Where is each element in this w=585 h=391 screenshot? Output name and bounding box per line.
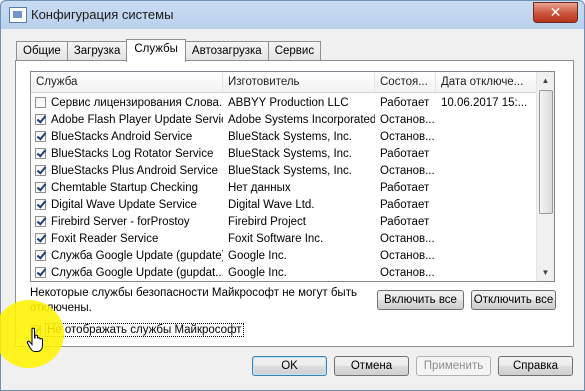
security-services-notice: Некоторые службы безопасности Майкрософт… xyxy=(30,287,357,314)
service-enabled-checkbox[interactable] xyxy=(35,250,46,261)
service-name: Foxit Reader Service xyxy=(51,232,159,245)
service-manufacturer: Foxit Software Inc. xyxy=(228,232,324,245)
ok-button[interactable]: OK xyxy=(252,356,327,376)
vertical-scrollbar[interactable]: ▲ ▼ xyxy=(536,72,554,281)
help-button[interactable]: Справка xyxy=(498,356,573,376)
services-list[interactable]: Служба Изготовитель Состоя... Дата отклю… xyxy=(30,71,555,282)
service-row[interactable]: Firebird Server - forProstoy Firebird Pro… xyxy=(31,213,536,230)
service-name: Digital Wave Update Service xyxy=(51,198,197,211)
service-enabled-checkbox[interactable] xyxy=(35,216,46,227)
column-header-service[interactable]: Служба xyxy=(31,72,223,92)
service-enabled-checkbox[interactable] xyxy=(35,199,46,210)
title-bar[interactable]: Конфигурация системы ✕ xyxy=(1,1,584,29)
service-status: Работает xyxy=(380,181,430,194)
enable-all-button[interactable]: Включить все xyxy=(377,290,464,310)
service-enabled-checkbox[interactable] xyxy=(35,148,46,159)
service-name: BlueStacks Android Service xyxy=(51,130,193,143)
service-enabled-checkbox[interactable] xyxy=(35,182,46,193)
service-manufacturer: BlueStack Systems, Inc. xyxy=(228,147,352,160)
service-row[interactable]: BlueStacks Plus Android Service BlueStack… xyxy=(31,162,536,179)
service-row[interactable]: Служба Google Update (gupdat... Google In… xyxy=(31,264,536,281)
service-manufacturer: ABBYY Production LLC xyxy=(228,96,349,109)
service-name-cell: Firebird Server - forProstoy xyxy=(31,216,223,228)
service-name: BlueStacks Plus Android Service xyxy=(51,164,218,177)
column-header-status[interactable]: Состоя... xyxy=(375,72,436,92)
tab-services[interactable]: Службы xyxy=(126,39,186,62)
service-status: Останов... xyxy=(380,232,435,245)
service-row[interactable]: BlueStacks Android Service BlueStack Syst… xyxy=(31,128,536,145)
msconfig-icon xyxy=(9,7,27,23)
tab-tools[interactable]: Сервис xyxy=(267,41,322,61)
service-enabled-checkbox[interactable] xyxy=(35,233,46,244)
service-row[interactable]: Foxit Reader Service Foxit Software Inc. О… xyxy=(31,230,536,247)
close-button[interactable]: ✕ xyxy=(533,2,578,23)
service-manufacturer: BlueStack Systems, Inc. xyxy=(228,164,352,177)
service-manufacturer: Нет данных xyxy=(228,181,291,194)
service-status: Останов... xyxy=(380,164,435,177)
hide-microsoft-services-label[interactable]: Не отображать службы Майкрософт xyxy=(45,323,244,337)
service-name: Служба Google Update (gupdate) xyxy=(51,249,223,262)
service-name-cell: Adobe Flash Player Update Service xyxy=(31,114,223,126)
apply-button[interactable]: Применить xyxy=(416,356,491,376)
service-name-cell: Сервис лицензирования Слова... xyxy=(31,97,223,109)
service-enabled-checkbox[interactable] xyxy=(35,165,46,176)
service-enabled-checkbox[interactable] xyxy=(35,114,46,125)
service-name-cell: Chemtable Startup Checking xyxy=(31,182,223,194)
service-row[interactable]: Digital Wave Update Service Digital Wave … xyxy=(31,196,536,213)
tab-startup[interactable]: Автозагрузка xyxy=(184,41,269,61)
window-title: Конфигурация системы xyxy=(31,7,174,22)
column-header-manufacturer[interactable]: Изготовитель xyxy=(223,72,375,92)
services-panel: Служба Изготовитель Состоя... Дата отклю… xyxy=(15,60,574,347)
service-name-cell: BlueStacks Log Rotator Service xyxy=(31,148,223,160)
tab-strip: Общие Загрузка Службы Автозагрузка Серви… xyxy=(16,39,322,62)
scroll-up-arrow-icon[interactable]: ▲ xyxy=(537,72,554,89)
service-name: Служба Google Update (gupdat... xyxy=(51,266,223,279)
service-status: Останов... xyxy=(380,130,435,143)
tab-general[interactable]: Общие xyxy=(16,41,68,61)
service-row[interactable]: Chemtable Startup Checking Нет данных Рабо… xyxy=(31,179,536,196)
service-status: Работает xyxy=(380,147,430,160)
service-row[interactable]: BlueStacks Log Rotator Service BlueStack … xyxy=(31,145,536,162)
service-status: Останов... xyxy=(380,113,435,126)
tab-boot[interactable]: Загрузка xyxy=(66,41,128,61)
service-enabled-checkbox[interactable] xyxy=(35,97,46,108)
service-status: Останов... xyxy=(380,249,435,262)
service-name: Chemtable Startup Checking xyxy=(51,181,199,194)
service-name: BlueStacks Log Rotator Service xyxy=(51,147,214,160)
service-status: Работает xyxy=(380,96,430,109)
hand-cursor-icon xyxy=(26,327,43,352)
scroll-down-arrow-icon[interactable]: ▼ xyxy=(537,264,554,281)
scrollbar-thumb[interactable] xyxy=(539,90,553,214)
service-manufacturer: Google Inc. xyxy=(228,249,287,262)
service-date-disabled: 10.06.2017 15:... xyxy=(441,96,528,109)
service-name-cell: Digital Wave Update Service xyxy=(31,199,223,211)
services-rows: Сервис лицензирования Слова... ABBYY Prod… xyxy=(31,94,536,281)
service-name-cell: Служба Google Update (gupdate) xyxy=(31,250,223,262)
service-name-cell: BlueStacks Android Service xyxy=(31,131,223,143)
cancel-button[interactable]: Отмена xyxy=(334,356,409,376)
service-manufacturer: BlueStack Systems, Inc. xyxy=(228,130,352,143)
service-name: Adobe Flash Player Update Service xyxy=(51,113,223,126)
service-status: Работает xyxy=(380,215,430,228)
service-enabled-checkbox[interactable] xyxy=(35,131,46,142)
service-row[interactable]: Adobe Flash Player Update Service Adobe S… xyxy=(31,111,536,128)
service-name: Firebird Server - forProstoy xyxy=(51,215,190,228)
service-manufacturer: Digital Wave Ltd. xyxy=(228,198,315,211)
service-status: Останов... xyxy=(380,266,435,279)
service-name-cell: Foxit Reader Service xyxy=(31,233,223,245)
services-list-header: Служба Изготовитель Состоя... Дата отклю… xyxy=(31,72,536,93)
service-name-cell: BlueStacks Plus Android Service xyxy=(31,165,223,177)
service-manufacturer: Google Inc. xyxy=(228,266,287,279)
service-name: Сервис лицензирования Слова... xyxy=(51,96,223,109)
service-manufacturer: Firebird Project xyxy=(228,215,306,228)
service-status: Работает xyxy=(380,198,430,211)
service-name-cell: Служба Google Update (gupdat... xyxy=(31,267,223,279)
disable-all-button[interactable]: Отключить все xyxy=(471,290,556,310)
service-row[interactable]: Сервис лицензирования Слова... ABBYY Prod… xyxy=(31,94,536,111)
service-enabled-checkbox[interactable] xyxy=(35,267,46,278)
column-header-date-disabled[interactable]: Дата отключе... xyxy=(436,72,536,92)
service-manufacturer: Adobe Systems Incorporated xyxy=(228,113,375,126)
system-configuration-window: Конфигурация системы ✕ Общие Загрузка Сл… xyxy=(0,0,585,391)
service-row[interactable]: Служба Google Update (gupdate) Google Inc… xyxy=(31,247,536,264)
